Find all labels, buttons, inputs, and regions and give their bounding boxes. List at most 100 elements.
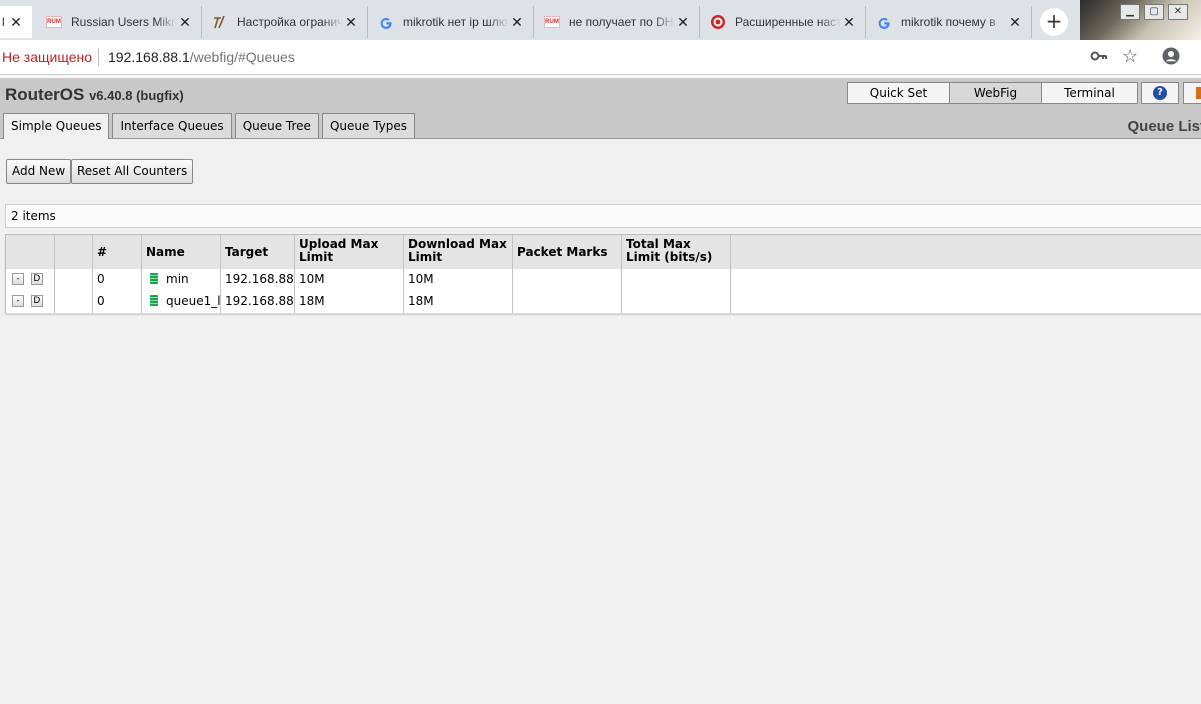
close-icon[interactable]: ✕	[675, 14, 691, 31]
tab-title: не получает по DHCP	[569, 15, 675, 29]
browser-tab[interactable]: Настройка ограничения ✕	[202, 6, 368, 38]
cell-upload-max-limit: 18M	[295, 291, 404, 313]
row-actions: - D	[6, 269, 55, 291]
help-icon: ?	[1153, 86, 1167, 100]
column-header-actions[interactable]	[6, 235, 55, 269]
close-icon[interactable]: ✕	[8, 14, 24, 31]
queue-icon	[149, 295, 159, 306]
tab-simple-queues[interactable]: Simple Queues	[3, 113, 110, 139]
cell-download-max-limit: 10M	[404, 269, 513, 291]
brand-version: v6.40.8 (bugfix)	[89, 88, 184, 103]
tab-title: l	[2, 15, 5, 29]
queue-table: # Name Target Upload Max Limit Download …	[5, 234, 1201, 314]
key-icon[interactable]	[1090, 47, 1108, 70]
close-icon[interactable]: ✕	[343, 14, 359, 31]
remove-button[interactable]: -	[12, 272, 24, 285]
cell-download-max-limit: 18M	[404, 291, 513, 313]
account-icon[interactable]	[1162, 47, 1180, 70]
column-header-flags[interactable]	[55, 235, 93, 269]
address-bar: Не защищено 192.168.88.1/webfig/#Queues …	[0, 40, 1201, 75]
tab-title: mikrotik нет ip шлюза	[403, 15, 509, 29]
disable-button[interactable]: D	[30, 272, 43, 285]
minimize-icon[interactable]: ▁	[1120, 4, 1140, 20]
page-title: Queue List	[1127, 118, 1201, 135]
column-header-download-max-limit[interactable]: Download Max Limit	[404, 235, 513, 269]
queue-tabs: Simple Queues Interface Queues Queue Tre…	[3, 113, 418, 139]
table-row[interactable]: - D 0 min 192.168.88. 10M 10M	[6, 269, 1201, 292]
cell-name[interactable]: min	[142, 269, 221, 291]
cell-target: 192.168.88.	[221, 291, 295, 313]
google-icon	[378, 14, 394, 30]
window-close-icon[interactable]: ✕	[1168, 4, 1188, 20]
cell-target: 192.168.88.	[221, 269, 295, 291]
column-header-upload-max-limit[interactable]: Upload Max Limit	[295, 235, 404, 269]
mode-switcher: Quick Set WebFig Terminal	[847, 82, 1138, 104]
bookmark-icon	[1196, 87, 1201, 99]
cell-packet-marks	[513, 269, 622, 291]
star-icon[interactable]: ☆	[1122, 46, 1138, 67]
column-header-packet-marks[interactable]: Packet Marks	[513, 235, 622, 269]
cell-name-text: min	[166, 272, 189, 286]
target-icon	[710, 14, 726, 30]
url-host: 192.168.88.1	[108, 49, 190, 65]
tab-interface-queues[interactable]: Interface Queues	[112, 113, 232, 138]
browser-tab-active[interactable]: l ✕	[0, 6, 32, 38]
tab-queue-types[interactable]: Queue Types	[321, 113, 415, 138]
item-count: 2 items	[5, 204, 1201, 228]
url-field[interactable]: 192.168.88.1/webfig/#Queues	[108, 49, 295, 65]
browser-tab[interactable]: mikrotik почему в ✕	[866, 6, 1032, 38]
tab-title: Russian Users Mikrotik	[71, 15, 177, 29]
maximize-icon[interactable]: ▢	[1144, 4, 1164, 20]
tab-title: Настройка ограничения	[237, 15, 343, 29]
close-icon[interactable]: ✕	[841, 14, 857, 31]
column-header-name[interactable]: Name	[142, 235, 221, 269]
extra-button[interactable]	[1183, 82, 1201, 104]
disable-button[interactable]: D	[30, 294, 43, 307]
row-flags	[55, 291, 93, 313]
new-tab-button[interactable]: +	[1040, 8, 1068, 36]
row-actions: - D	[6, 291, 55, 313]
reset-all-counters-button[interactable]: Reset All Counters	[71, 159, 194, 184]
tab-title: mikrotik почему в	[901, 15, 996, 29]
cell-number: 0	[93, 269, 142, 291]
column-header-target[interactable]: Target	[221, 235, 295, 269]
insecure-label[interactable]: Не защищено	[2, 49, 92, 65]
webfig-header: RouterOS v6.40.8 (bugfix) Quick Set WebF…	[0, 78, 1201, 139]
browser-tab[interactable]: RUM не получает по DHCP ✕	[534, 6, 700, 38]
rum-icon: RUM	[544, 14, 560, 30]
browser-tab[interactable]: RUM Russian Users Mikrotik ✕	[36, 6, 202, 38]
brand: RouterOS v6.40.8 (bugfix)	[5, 85, 184, 105]
webfig-button[interactable]: WebFig	[949, 82, 1042, 104]
queue-icon	[149, 273, 159, 284]
cell-total-max-limit	[622, 291, 731, 313]
browser-tab[interactable]: Расширенные настройки ✕	[700, 6, 866, 38]
table-header: # Name Target Upload Max Limit Download …	[6, 235, 1201, 270]
cell-name-text: queue1_limit	[166, 294, 221, 308]
window-controls: ▁ ▢ ✕	[1120, 4, 1192, 20]
cell-packet-marks	[513, 291, 622, 313]
brand-name: RouterOS	[5, 85, 85, 104]
browser-tab[interactable]: mikrotik нет ip шлюза ✕	[368, 6, 534, 38]
slash-icon	[212, 14, 228, 30]
google-icon	[876, 14, 892, 30]
browser-tab-strip: l ✕ RUM Russian Users Mikrotik ✕ Настрой…	[0, 0, 1201, 40]
cell-name[interactable]: queue1_limit	[142, 291, 221, 313]
tab-queue-tree[interactable]: Queue Tree	[234, 113, 319, 138]
help-button[interactable]: ?	[1141, 82, 1179, 104]
close-icon[interactable]: ✕	[1007, 14, 1023, 31]
table-row[interactable]: - D 0 queue1_limit 192.168.88. 18M 18M	[6, 291, 1201, 314]
quick-set-button[interactable]: Quick Set	[847, 82, 950, 104]
rum-icon: RUM	[46, 14, 62, 30]
cell-upload-max-limit: 10M	[295, 269, 404, 291]
close-icon[interactable]: ✕	[509, 14, 525, 31]
row-flags	[55, 269, 93, 291]
cell-total-max-limit	[622, 269, 731, 291]
close-icon[interactable]: ✕	[177, 14, 193, 31]
tab-title: Расширенные настройки	[735, 15, 841, 29]
terminal-button[interactable]: Terminal	[1041, 82, 1138, 104]
column-header-number[interactable]: #	[93, 235, 142, 269]
add-new-button[interactable]: Add New	[6, 159, 72, 184]
remove-button[interactable]: -	[12, 294, 24, 307]
url-path: /webfig/#Queues	[189, 49, 295, 65]
column-header-total-max-limit[interactable]: Total Max Limit (bits/s)	[622, 235, 731, 269]
